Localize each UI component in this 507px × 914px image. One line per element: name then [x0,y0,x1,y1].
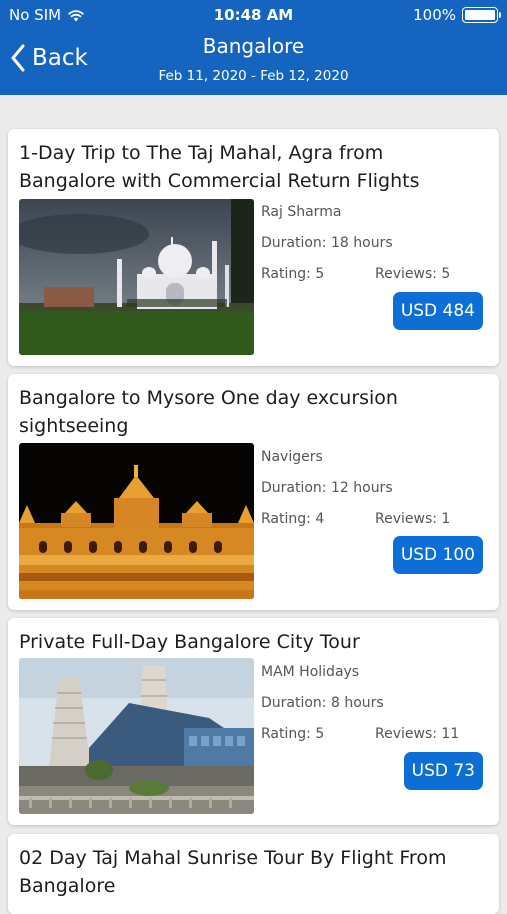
tour-card[interactable]: Private Full-Day Bangalore City Tour MAM… [8,618,499,825]
tour-card[interactable]: 1-Day Trip to The Taj Mahal, Agra from B… [8,129,499,366]
tour-card[interactable]: 02 Day Taj Mahal Sunrise Tour By Flight … [8,834,499,914]
tour-operator: Raj Sharma [261,204,342,220]
status-right: 100% [413,6,501,24]
duration-value: 18 hours [330,235,393,251]
tour-card[interactable]: Bangalore to Mysore One day excursion si… [8,374,499,610]
tour-operator: MAM Holidays [261,664,360,680]
tour-info: Raj Sharma Duration: 18 hours Rating: 5 … [261,202,486,295]
tour-info: Navigers Duration: 12 hours Rating: 4 Re… [261,447,486,540]
rating-value: 5 [315,726,325,742]
tour-title: 1-Day Trip to The Taj Mahal, Agra from B… [19,142,420,192]
rating-label: Rating: [261,266,311,282]
reviews-label: Reviews: [375,511,437,527]
duration-value: 12 hours [330,480,393,496]
duration-label: Duration: [261,480,327,496]
date-range: Feb 11, 2020 - Feb 12, 2020 [158,68,349,84]
tour-title: Private Full-Day Bangalore City Tour [19,631,360,653]
nav-header: No SIM 10:48 AM 100% Back Bangalore Feb … [0,0,507,95]
status-bar: No SIM 10:48 AM 100% [0,0,507,30]
rating-label: Rating: [261,511,311,527]
duration-label: Duration: [261,235,327,251]
rating-label: Rating: [261,726,311,742]
duration-value: 8 hours [330,695,384,711]
battery-icon [462,7,501,23]
rating-value: 5 [315,266,325,282]
battery-percent: 100% [413,6,456,24]
tour-title: Bangalore to Mysore One day excursion si… [19,387,398,437]
page-title: Bangalore [202,34,305,58]
rating-value: 4 [315,511,325,527]
price-button[interactable]: USD 73 [403,752,483,790]
tour-info: MAM Holidays Duration: 8 hours Rating: 5… [261,662,486,755]
reviews-value: 5 [441,266,451,282]
tour-image-taj-mahal [19,199,254,355]
price-button[interactable]: USD 100 [392,536,483,574]
reviews-value: 1 [441,511,451,527]
duration-label: Duration: [261,695,327,711]
reviews-value: 11 [441,726,460,742]
reviews-label: Reviews: [375,726,437,742]
title-block: Bangalore Feb 11, 2020 - Feb 12, 2020 [0,34,507,84]
tour-image-bangalore-temple [19,658,254,814]
reviews-label: Reviews: [375,266,437,282]
tour-title: 02 Day Taj Mahal Sunrise Tour By Flight … [19,847,447,897]
price-button[interactable]: USD 484 [392,292,483,330]
tour-operator: Navigers [261,449,323,465]
tour-image-mysore-palace [19,443,254,599]
